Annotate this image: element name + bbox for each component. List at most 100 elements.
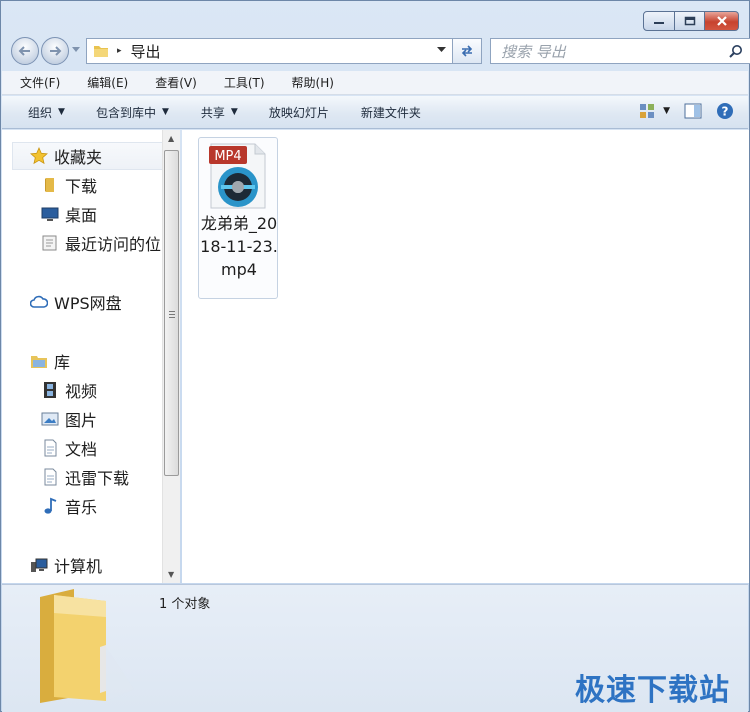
music-icon (41, 497, 59, 515)
minimize-icon (654, 22, 664, 24)
nav-item-label: 桌面 (65, 206, 98, 225)
nav-item-videos[interactable]: 视频 (41, 378, 97, 402)
details-pane: 1 个对象 极速下载站 (2, 584, 748, 712)
navigation-pane: 收藏夹 下载 桌面 最近访问的位 WPS网盘 库 视频 图片 文档 迅雷下载 音… (2, 130, 162, 583)
help-button[interactable]: ? (716, 102, 734, 120)
preview-pane-button[interactable] (684, 103, 702, 119)
svg-text:?: ? (722, 105, 729, 119)
breadcrumb-separator[interactable]: ▸ (117, 46, 122, 56)
slideshow-label: 放映幻灯片 (268, 105, 329, 120)
menu-view[interactable]: 查看(V) (137, 74, 206, 91)
nav-libraries-label: 库 (54, 353, 71, 372)
nav-item-music[interactable]: 音乐 (41, 494, 97, 518)
include-in-library-button[interactable]: 包含到库中 ▼ (96, 104, 169, 121)
back-button[interactable] (11, 37, 39, 65)
nav-item-pictures[interactable]: 图片 (41, 407, 97, 431)
folder-icon (94, 46, 108, 57)
view-controls: ▼ ? (625, 102, 734, 120)
menu-file[interactable]: 文件(F) (2, 74, 69, 91)
include-in-library-label: 包含到库中 (95, 105, 156, 120)
refresh-icon (461, 45, 473, 57)
nav-item-label: 音乐 (65, 498, 98, 517)
nav-item-documents[interactable]: 文档 (41, 436, 97, 460)
search-box[interactable]: 搜索 导出 (490, 38, 750, 64)
folder-icon (41, 176, 59, 194)
scrollbar-thumb[interactable] (164, 150, 179, 476)
maximize-icon (684, 16, 695, 26)
scroll-up-arrow-icon[interactable]: ▲ (168, 134, 174, 143)
picture-icon (41, 410, 59, 428)
chevron-down-icon: ▼ (230, 107, 238, 117)
nav-item-label: 图片 (65, 411, 98, 430)
nav-computer[interactable]: 计算机 (30, 553, 102, 577)
document-icon (41, 439, 59, 457)
star-icon (30, 147, 48, 165)
video-icon (41, 381, 59, 399)
file-type-badge: MP4 (214, 149, 241, 164)
maximize-button[interactable] (675, 11, 705, 31)
nav-wps-cloud[interactable]: WPS网盘 (30, 290, 122, 314)
nav-computer-label: 计算机 (54, 557, 103, 576)
site-watermark: 极速下载站 (575, 673, 730, 708)
share-button[interactable]: 共享 ▼ (201, 104, 238, 121)
chevron-down-icon: ▼ (663, 106, 670, 116)
nav-item-desktop[interactable]: 桌面 (41, 202, 97, 226)
search-icon[interactable] (729, 44, 743, 58)
scroll-down-arrow-icon[interactable]: ▼ (168, 570, 174, 579)
nav-item-downloads[interactable]: 下载 (41, 173, 97, 197)
explorer-window: ▸ 导出 搜索 导出 文件(F) 编辑(E) 查看(V) 工具(T) 帮助(H)… (0, 0, 750, 712)
command-bar: 组织 ▼ 包含到库中 ▼ 共享 ▼ 放映幻灯片 新建文件夹 ▼ ? (2, 96, 748, 129)
chevron-down-icon: ▼ (58, 107, 65, 117)
mp4-video-file-icon: MP4 (209, 143, 266, 209)
recent-pages-dropdown-icon[interactable] (72, 47, 80, 53)
library-icon (30, 352, 48, 370)
address-dropdown-icon[interactable] (437, 47, 446, 53)
menu-tools[interactable]: 工具(T) (206, 74, 274, 91)
nav-item-label: 视频 (65, 382, 98, 401)
refresh-button[interactable] (453, 38, 482, 64)
forward-button[interactable] (41, 37, 69, 65)
menu-edit[interactable]: 编辑(E) (69, 74, 137, 91)
nav-item-label: 文档 (65, 440, 98, 459)
organize-button[interactable]: 组织 ▼ (28, 104, 65, 121)
document-icon (41, 468, 59, 486)
search-placeholder: 搜索 导出 (501, 42, 566, 61)
desktop-icon (41, 205, 59, 223)
navigation-row: ▸ 导出 搜索 导出 (11, 37, 750, 65)
help-icon: ? (717, 103, 733, 119)
nav-libraries[interactable]: 库 (30, 349, 70, 373)
nav-item-label: 迅雷下载 (65, 469, 130, 488)
item-count: 1 个对象 (159, 597, 211, 612)
minimize-button[interactable] (643, 11, 675, 31)
cloud-icon (30, 293, 48, 311)
file-list-area[interactable]: MP4 龙弟弟_2018-11-23.mp4 (182, 130, 749, 583)
navigation-pane-scrollbar[interactable]: ▲ ▼ (162, 130, 180, 583)
nav-item-label: 最近访问的位 (65, 235, 162, 254)
address-bar[interactable]: ▸ 导出 (86, 38, 453, 64)
nav-favorites[interactable]: 收藏夹 (30, 144, 102, 168)
share-label: 共享 (200, 105, 225, 120)
change-view-button[interactable]: ▼ (639, 103, 670, 119)
view-options-icon (640, 104, 655, 118)
caption-buttons (643, 11, 739, 31)
new-folder-button[interactable]: 新建文件夹 (361, 104, 421, 121)
nav-item-recent-places[interactable]: 最近访问的位 (41, 231, 161, 255)
menu-bar: 文件(F) 编辑(E) 查看(V) 工具(T) 帮助(H) (2, 71, 748, 95)
close-icon (716, 16, 727, 26)
back-arrow-icon (18, 46, 30, 56)
file-item[interactable]: MP4 龙弟弟_2018-11-23.mp4 (198, 137, 278, 299)
scrollbar-grip-icon (169, 311, 175, 320)
nav-favorites-label: 收藏夹 (54, 148, 103, 167)
folder-icon (40, 589, 134, 703)
computer-icon (30, 556, 48, 574)
recent-places-icon (41, 234, 59, 252)
slideshow-button[interactable]: 放映幻灯片 (269, 104, 329, 121)
nav-wps-label: WPS网盘 (54, 294, 122, 313)
file-name[interactable]: 龙弟弟_2018-11-23.mp4 (199, 212, 279, 281)
nav-item-xunlei-downloads[interactable]: 迅雷下载 (41, 465, 129, 489)
forward-arrow-icon (50, 46, 62, 56)
breadcrumb-current-folder[interactable]: 导出 (131, 41, 161, 62)
close-button[interactable] (705, 11, 739, 31)
menu-help[interactable]: 帮助(H) (274, 74, 343, 91)
new-folder-label: 新建文件夹 (360, 105, 421, 120)
